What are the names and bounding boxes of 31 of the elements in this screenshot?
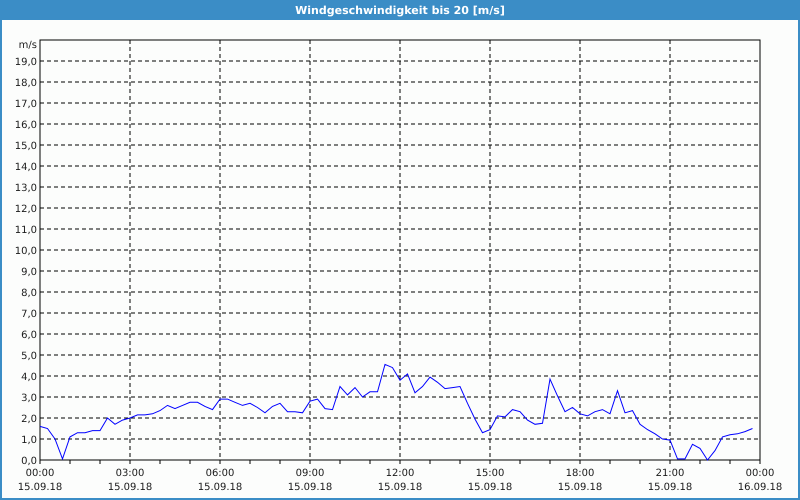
y-tick-label: 1,0 xyxy=(21,435,37,446)
x-tick-label: 09:00 15.09.18 xyxy=(288,468,332,493)
y-tick-label: 16,0 xyxy=(14,120,37,131)
x-tick-label: 00:00 15.09.18 xyxy=(18,468,62,493)
x-tick-label: 15:00 15.09.18 xyxy=(468,468,512,493)
y-tick-label: 17,0 xyxy=(14,99,37,110)
x-tick-label: 03:00 15.09.18 xyxy=(108,468,152,493)
y-tick-label: 19,0 xyxy=(14,57,37,68)
y-axis-label: m/s xyxy=(18,40,37,51)
x-tick-label: 21:00 15.09.18 xyxy=(648,468,692,493)
y-tick-label: 18,0 xyxy=(14,78,37,89)
y-tick-label: 3,0 xyxy=(21,393,37,404)
y-tick-label: 10,0 xyxy=(14,246,37,257)
y-tick-label: 15,0 xyxy=(14,141,37,152)
x-tick-label: 06:00 15.09.18 xyxy=(198,468,242,493)
x-tick-label: 00:00 16.09.18 xyxy=(738,468,782,493)
window-title: Windgeschwindigkeit bis 20 [m/s] xyxy=(295,4,505,16)
y-tick-label: 2,0 xyxy=(21,414,37,425)
y-tick-label: 0,0 xyxy=(21,456,37,467)
y-tick-label: 13,0 xyxy=(14,183,37,194)
y-tick-label: 12,0 xyxy=(14,204,37,215)
y-tick-label: 9,0 xyxy=(21,267,37,278)
y-tick-label: 4,0 xyxy=(21,372,37,383)
x-tick-label: 18:00 15.09.18 xyxy=(558,468,602,493)
y-tick-label: 6,0 xyxy=(21,330,37,341)
y-tick-label: 7,0 xyxy=(21,309,37,320)
y-tick-label: 11,0 xyxy=(14,225,37,236)
x-tick-label: 12:00 15.09.18 xyxy=(378,468,422,493)
y-tick-label: 5,0 xyxy=(21,351,37,362)
y-tick-label: 14,0 xyxy=(14,162,37,173)
y-tick-label: 8,0 xyxy=(21,288,37,299)
